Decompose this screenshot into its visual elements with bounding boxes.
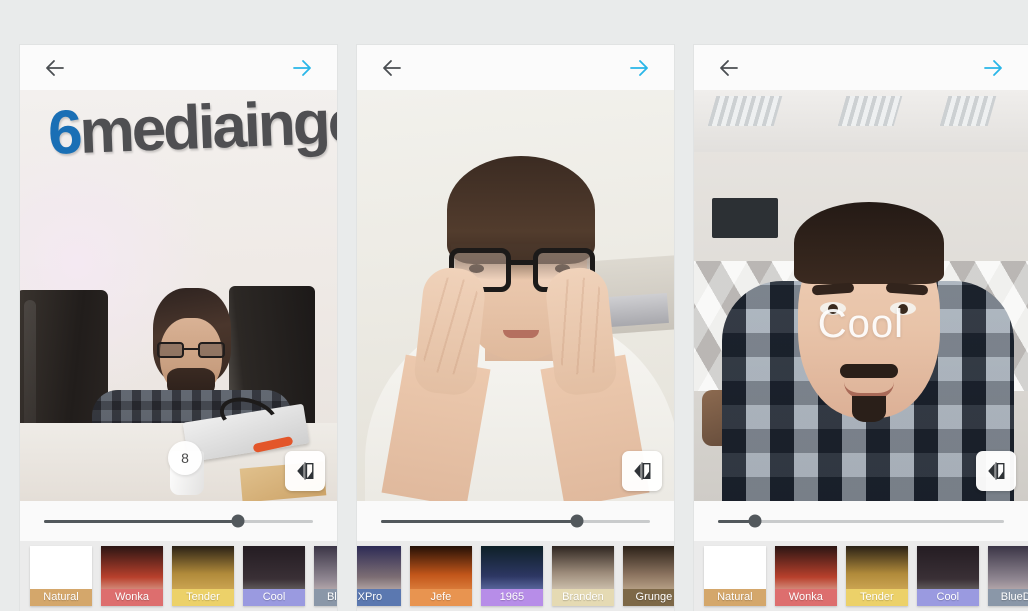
filter-label: Branden	[551, 589, 614, 606]
filter-item[interactable]: Natural	[30, 546, 92, 606]
nav-header	[356, 45, 674, 90]
wall-sign-text: 6mediaingo	[46, 90, 337, 169]
filter-item[interactable]: BlueDa	[987, 546, 1028, 606]
filter-item[interactable]: Branden	[551, 546, 614, 606]
filter-label: Tender	[172, 589, 234, 606]
filter-label: Tender	[845, 589, 908, 606]
compare-button[interactable]	[284, 451, 325, 491]
filter-item[interactable]: 1965	[480, 546, 543, 606]
filter-label: BlueDa	[987, 589, 1028, 606]
photo-preview[interactable]: 6mediaingo 8	[20, 90, 337, 501]
filter-strip[interactable]: Natural Wonka Tender Cool BlueDa	[693, 541, 1028, 611]
filter-label: Jefe	[409, 589, 472, 606]
filter-item[interactable]: Wonka	[101, 546, 163, 606]
filter-label: Cool	[916, 589, 979, 606]
photo-image-office-desk: 6mediaingo	[20, 90, 337, 501]
slider-thumb[interactable]	[748, 514, 762, 528]
intensity-slider[interactable]	[380, 514, 650, 528]
filter-label: Wonka	[101, 589, 163, 606]
arrow-right-icon	[629, 59, 648, 76]
app-panel-3: Cool Natural Wonka Tender Cool BlueD	[693, 45, 1028, 611]
photo-image-man-plaid-shirt	[693, 90, 1028, 501]
filter-item[interactable]: Jefe	[409, 546, 472, 606]
photo-preview[interactable]: Cool	[693, 90, 1028, 501]
back-button[interactable]	[379, 55, 405, 81]
compare-split-icon	[297, 462, 314, 480]
filter-label: Natural	[703, 589, 766, 606]
filter-item[interactable]: Natural	[703, 546, 766, 606]
filter-label: BlueDa	[314, 589, 337, 606]
forward-button[interactable]	[626, 55, 652, 81]
intensity-slider[interactable]	[717, 514, 1004, 528]
intensity-slider-row	[693, 501, 1028, 541]
photo-image-man-hands-on-cheeks	[356, 90, 674, 501]
app-panel-2: XPro Jefe 1965 Branden Grunge	[356, 45, 674, 611]
filter-label: XPro	[356, 589, 401, 606]
compare-split-icon	[988, 462, 1005, 480]
photo-preview[interactable]	[356, 90, 674, 501]
filter-item[interactable]: Wonka	[774, 546, 837, 606]
forward-button[interactable]	[289, 55, 315, 81]
slider-thumb[interactable]	[570, 514, 584, 528]
filter-item[interactable]: Cool	[243, 546, 305, 606]
filter-strip[interactable]: Natural Wonka Tender Cool BlueDa	[20, 541, 337, 611]
filter-label: Grunge	[622, 589, 674, 606]
filter-item[interactable]: BlueDa	[314, 546, 337, 606]
arrow-left-icon	[719, 59, 738, 76]
compare-button[interactable]	[976, 451, 1016, 491]
arrow-right-icon	[293, 59, 311, 76]
nav-header	[693, 45, 1028, 90]
arrow-left-icon	[383, 59, 401, 76]
app-screenshot-collage: 6mediaingo 8 Natural Wonka Tender Cool B…	[0, 0, 1028, 611]
filter-item[interactable]: Tender	[172, 546, 234, 606]
filter-label: Natural	[30, 589, 92, 606]
filter-label: Wonka	[774, 589, 837, 606]
forward-button[interactable]	[980, 55, 1006, 81]
back-button[interactable]	[716, 55, 742, 81]
intensity-slider[interactable]	[44, 514, 313, 528]
filter-item[interactable]: Tender	[845, 546, 908, 606]
filter-item[interactable]: Grunge	[622, 546, 674, 606]
nav-header	[20, 45, 337, 90]
filter-strip[interactable]: XPro Jefe 1965 Branden Grunge	[356, 541, 674, 611]
filter-item[interactable]: XPro	[356, 546, 401, 606]
intensity-slider-row	[20, 501, 337, 541]
back-button[interactable]	[42, 55, 68, 81]
filter-label: Cool	[243, 589, 305, 606]
arrow-left-icon	[46, 59, 64, 76]
app-panel-1: 6mediaingo 8 Natural Wonka Tender Cool B…	[20, 45, 337, 611]
slider-thumb[interactable]	[231, 514, 245, 528]
compare-split-icon	[634, 462, 651, 480]
intensity-slider-row	[356, 501, 674, 541]
slider-value-bubble: 8	[168, 441, 202, 475]
arrow-right-icon	[984, 59, 1002, 76]
compare-button[interactable]	[621, 451, 662, 491]
filter-item[interactable]: Cool	[916, 546, 979, 606]
filter-label: 1965	[480, 589, 543, 606]
slider-value-text: 8	[181, 450, 189, 466]
